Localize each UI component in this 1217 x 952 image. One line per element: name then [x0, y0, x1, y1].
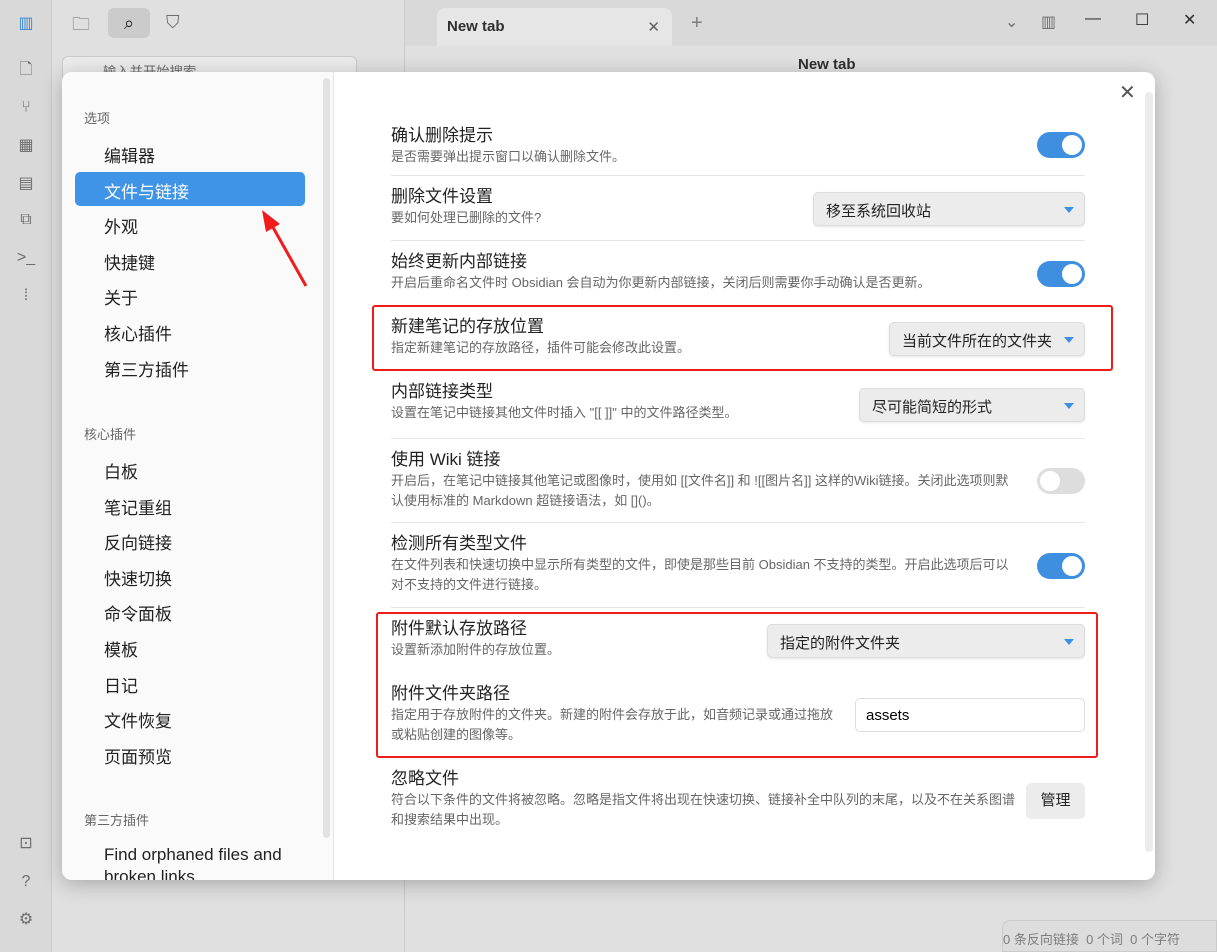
nav-item[interactable]: 快速切换: [75, 559, 305, 593]
nav-item[interactable]: 模板: [75, 630, 305, 664]
nav-item[interactable]: 第三方插件: [75, 350, 305, 384]
dropdown-value: 移至系统回收站: [826, 202, 932, 220]
dropdown-select[interactable]: 移至系统回收站: [813, 191, 1085, 226]
setting-row: 检测所有类型文件 在文件列表和快速切换中显示所有类型的文件，即使是那些目前 Ob…: [391, 522, 1085, 607]
settings-modal: 选项 编辑器 文件与链接 外观 快捷键 关于 核心插件 第三方插件 核心插件 白板 笔记重组 反向链接…: [62, 72, 1155, 880]
toggle-switch[interactable]: [1037, 468, 1085, 494]
nav-item[interactable]: 反向链接: [75, 523, 305, 557]
setting-title: 使用 Wiki 链接: [391, 450, 501, 469]
setting-title: 忽略文件: [391, 769, 459, 788]
toggle-switch[interactable]: [1037, 552, 1085, 579]
nav-section-title: 选项: [84, 111, 111, 126]
setting-title: 始终更新内部链接: [391, 252, 527, 271]
setting-row: 内部链接类型 设置在笔记中链接其他文件时插入 "[[ ]]" 中的文件路径类型。…: [391, 370, 1085, 438]
setting-description: 符合以下条件的文件将被忽略。忽略是指文件将出现在快速切换、链接补全中队列的末尾，…: [391, 792, 1016, 827]
highlight-box-attachments: [376, 612, 1098, 758]
dropdown-select[interactable]: 尽可能简短的形式: [859, 388, 1085, 422]
settings-nav: 选项 编辑器 文件与链接 外观 快捷键 关于 核心插件 第三方插件 核心插件 白板 笔记重组 反向链接…: [62, 72, 334, 880]
nav-item[interactable]: 核心插件: [75, 314, 305, 348]
nav-item[interactable]: 页面预览: [75, 737, 305, 771]
nav-item[interactable]: 命令面板: [75, 594, 305, 628]
dropdown-value: 尽可能简短的形式: [872, 399, 993, 416]
close-icon[interactable]: ✕: [1119, 80, 1136, 105]
setting-row: 删除文件设置 要如何处理已删除的文件? 移至系统回收站: [391, 175, 1085, 240]
nav-item[interactable]: 文件恢复: [75, 701, 305, 735]
nav-item[interactable]: 白板: [75, 452, 305, 486]
nav-item[interactable]: 笔记重组: [75, 488, 305, 522]
red-arrow: [262, 210, 308, 287]
toggle-switch[interactable]: [1037, 132, 1085, 158]
nav-item[interactable]: Find orphaned files and broken links: [75, 838, 305, 880]
setting-title: 内部链接类型: [391, 382, 493, 401]
setting-title: 检测所有类型文件: [391, 534, 527, 553]
setting-description: 开启后，在笔记中链接其他笔记或图像时，使用如 [[文件名]] 和 ![[图片名]…: [391, 473, 1009, 508]
setting-description: 开启后重命名文件时 Obsidian 会自动为你更新内部链接，关闭后则需要你手动…: [391, 275, 931, 290]
manage-button[interactable]: 管理: [1026, 782, 1085, 819]
setting-row: 确认删除提示 是否需要弹出提示窗口以确认删除文件。: [391, 115, 1085, 175]
nav-item[interactable]: 日记: [75, 666, 305, 700]
setting-row: 使用 Wiki 链接 开启后，在笔记中链接其他笔记或图像时，使用如 [[文件名]…: [391, 438, 1085, 522]
setting-description: 在文件列表和快速切换中显示所有类型的文件，即使是那些目前 Obsidian 不支…: [391, 557, 1009, 592]
content-scrollbar[interactable]: [1145, 92, 1153, 852]
nav-section-title: 第三方插件: [84, 813, 150, 828]
setting-row: 忽略文件 符合以下条件的文件将被忽略。忽略是指文件将出现在快速切换、链接补全中队…: [391, 757, 1085, 842]
setting-row: 始终更新内部链接 开启后重命名文件时 Obsidian 会自动为你更新内部链接，…: [391, 240, 1085, 305]
setting-title: 确认删除提示: [391, 126, 493, 145]
nav-item[interactable]: 编辑器: [75, 136, 305, 170]
nav-scrollbar[interactable]: [323, 78, 330, 838]
setting-title: 删除文件设置: [391, 187, 493, 206]
setting-description: 是否需要弹出提示窗口以确认删除文件。: [391, 149, 626, 164]
toggle-switch[interactable]: [1037, 260, 1085, 287]
nav-item[interactable]: 文件与链接: [75, 171, 305, 206]
nav-section-title: 核心插件: [84, 427, 137, 442]
highlight-box-new-note-location: [372, 305, 1113, 371]
